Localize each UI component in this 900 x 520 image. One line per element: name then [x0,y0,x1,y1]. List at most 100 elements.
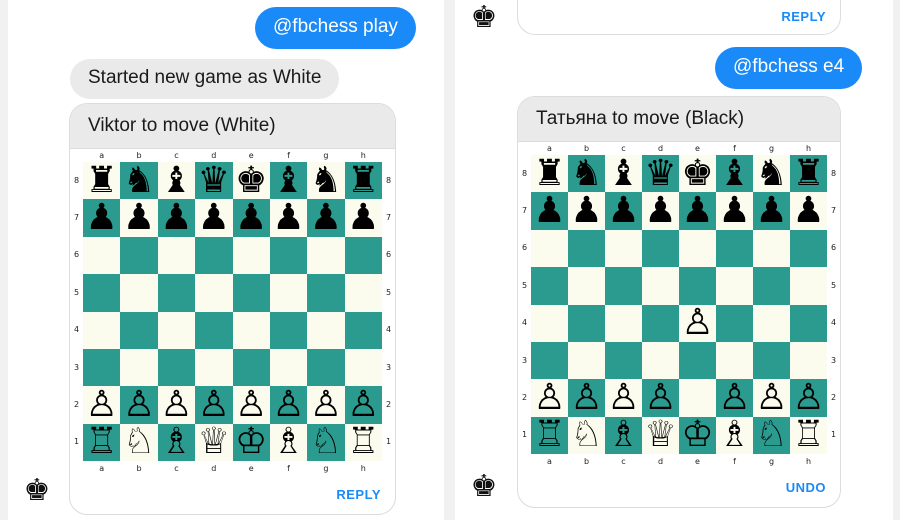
rank-label: 6 [73,250,80,260]
game-card: Татьяна to move (Black) ♜ ♞ ♝ ♛ ♚ ♝ ♞ ♜ ♟ ♟ ♟ ♟ ♟ ♟ ♟ ♟… [517,96,841,508]
rank-label: 3 [521,355,528,365]
rank-label: 4 [385,325,392,335]
rank-label: 1 [521,430,528,440]
square-h8: ♜ [344,162,382,200]
square-g8: ♞ [307,162,345,200]
reply-button[interactable]: REPLY [781,9,826,24]
rank-label: 2 [385,399,392,409]
square-f7: ♟ [269,199,308,237]
square-d6 [195,236,233,275]
file-label: g [768,457,775,466]
rank-label: 6 [830,243,837,253]
square-f4 [716,304,753,342]
square-c5 [605,267,642,305]
square-g3 [307,348,345,387]
square-b5 [568,267,605,305]
square-g4 [753,304,790,342]
square-f1: ♗ [716,416,753,454]
rank-label: 3 [73,362,80,372]
file-label: f [287,464,290,473]
file-label: d [211,464,217,473]
square-g6 [307,236,345,275]
square-h1: ♖ [790,416,827,454]
square-c3 [605,341,642,380]
square-d1: ♕ [642,416,679,454]
square-f3 [269,348,308,387]
square-e7: ♟ [232,199,270,237]
square-g1: ♘ [753,416,790,454]
king-icon: ♚ [23,473,51,508]
square-b7: ♟ [568,192,605,230]
reply-button[interactable]: REPLY [336,487,381,502]
rank-label: 2 [521,392,528,402]
square-e8: ♚ [679,155,716,193]
file-label: d [657,144,664,153]
square-h7: ♟ [790,192,827,230]
square-a7: ♟ [83,199,121,237]
chess-board: ♜ ♞ ♝ ♛ ♚ ♝ ♞ ♜ ♟ ♟ ♟ ♟ ♟ ♟ ♟ ♟ ♙ ♙ ♙ ♙ ♙ ♙ ♙ ♙ ♖ ♘ ♗ ♕ ♔ ♗ ♘ ♖ a a b b c c d d… [518,142,840,467]
square-b4 [120,311,158,349]
incoming-message-bubble: Started new game as White [70,59,340,99]
rank-label: 7 [73,213,80,223]
square-b1: ♘ [120,423,158,461]
rank-label: 1 [73,437,80,447]
file-label: a [547,457,552,466]
square-a6 [531,229,568,268]
square-h2: ♙ [344,386,382,424]
square-h4 [790,304,827,342]
file-label: g [323,464,329,473]
square-d7: ♟ [642,192,679,230]
rank-label: 6 [385,250,392,260]
square-h2: ♙ [790,379,827,417]
square-e1: ♔ [232,423,270,461]
square-f2: ♙ [269,386,308,424]
game-status-header: Татьяна to move (Black) [518,97,840,142]
square-a3 [83,348,121,387]
rank-label: 7 [521,206,528,216]
square-a4 [531,304,568,342]
outgoing-message-bubble: @fbchess play [255,7,416,49]
rank-label: 8 [385,175,392,185]
square-c2: ♙ [605,379,642,417]
square-f6 [269,236,308,275]
square-e6 [232,236,270,275]
rank-label: 1 [385,437,392,447]
square-c7: ♟ [157,199,196,237]
square-d3 [195,348,233,387]
square-a6 [83,236,121,275]
square-h7: ♟ [344,199,382,237]
square-f5 [716,267,753,305]
square-g6 [753,229,790,268]
previous-game-card: REPLY [517,0,841,35]
rank-label: 7 [385,213,392,223]
file-label: g [323,151,329,160]
square-e6 [679,229,716,268]
file-label: a [99,464,105,473]
square-h3 [790,341,827,380]
square-b3 [120,348,158,387]
square-d2: ♙ [195,386,233,424]
rank-label: 5 [830,280,837,290]
square-c7: ♟ [605,192,642,230]
file-label: d [211,151,217,160]
undo-button[interactable]: UNDO [786,480,826,495]
square-f2: ♙ [716,379,753,417]
file-label: h [360,151,366,160]
square-f8: ♝ [269,162,308,200]
square-d2: ♙ [642,379,679,417]
square-d3 [642,341,679,380]
square-g5 [307,274,345,312]
square-a2: ♙ [83,386,121,424]
file-label: h [805,144,812,153]
file-label: c [621,457,626,466]
square-c4 [605,304,642,342]
square-a5 [531,267,568,305]
square-f7: ♟ [716,192,753,230]
message-text: @fbchess e4 [733,56,845,77]
square-g2: ♙ [753,379,790,417]
rank-label: 6 [521,243,528,253]
file-label: a [547,144,552,153]
square-d4 [642,304,679,342]
square-g3 [753,341,790,380]
file-label: b [583,457,590,466]
